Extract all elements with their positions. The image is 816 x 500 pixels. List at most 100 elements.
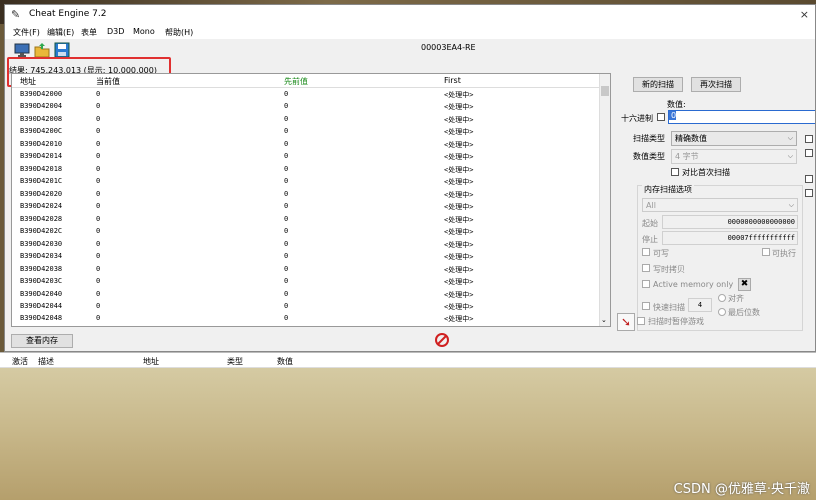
compare-first-checkbox[interactable] (671, 168, 679, 176)
active-memory-label: Active memory only (653, 280, 734, 289)
active-memory-checkbox[interactable] (642, 280, 650, 288)
scan-type-select[interactable]: 精确数值 ⌵ (671, 131, 797, 146)
scroll-down-icon[interactable]: ⌄ (601, 316, 607, 324)
memory-region-select[interactable]: All ⌵ (642, 198, 798, 212)
start-label: 起始 (642, 219, 658, 228)
cell-address: B390D42044 (20, 301, 63, 310)
menu-table[interactable]: 表单 (81, 27, 97, 38)
menu-edit[interactable]: 编辑(E) (47, 27, 74, 38)
stop-address-field[interactable]: 00007fffffffffff (662, 231, 798, 245)
cell-address: B390D4201C (20, 177, 63, 186)
column-description[interactable]: 描述 (38, 356, 54, 367)
table-row[interactable]: B390D4202C 0 0 <处理中> (12, 225, 600, 237)
table-row[interactable]: B390D42038 0 0 <处理中> (12, 263, 600, 275)
table-row[interactable]: B390D4203C 0 0 <处理中> (12, 275, 600, 287)
column-address[interactable]: 地址 (20, 76, 36, 87)
table-row[interactable]: B390D42004 0 0 <处理中> (12, 100, 600, 112)
right-option-checkbox-1[interactable] (805, 135, 813, 143)
column-type[interactable]: 类型 (227, 356, 243, 367)
cell-first: <处理中> (444, 240, 474, 249)
column-first[interactable]: First (444, 76, 461, 85)
cell-current: 0 (96, 152, 101, 161)
cell-address: B390D42028 (20, 214, 63, 223)
right-option-checkbox-4[interactable] (805, 189, 813, 197)
cell-current: 0 (96, 227, 101, 236)
table-row[interactable]: B390D42014 0 0 <处理中> (12, 150, 600, 162)
watermark-text: CSDN @优雅草·央千澈 (673, 482, 810, 497)
menu-mono[interactable]: Mono (133, 27, 155, 36)
column-value[interactable]: 数值 (277, 356, 293, 367)
cell-first: <处理中> (444, 265, 474, 274)
table-row[interactable]: B390D42034 0 0 <处理中> (12, 250, 600, 262)
results-rows: B390D42000 0 0 <处理中> B390D42004 0 0 <处理中> B390D4… (12, 88, 600, 325)
cell-current: 0 (96, 164, 101, 173)
table-row[interactable]: B390D42048 0 0 <处理中> (12, 312, 600, 324)
fast-scan-checkbox[interactable] (642, 302, 650, 310)
table-row[interactable]: B390D42030 0 0 <处理中> (12, 238, 600, 250)
cell-previous: 0 (284, 139, 289, 148)
value-type-select[interactable]: 4 字节 ⌵ (671, 149, 797, 164)
column-current-value[interactable]: 当前值 (96, 76, 120, 87)
cell-address: B390D42024 (20, 202, 63, 211)
table-row[interactable]: B390D42028 0 0 <处理中> (12, 213, 600, 225)
table-row[interactable]: B390D42008 0 0 <处理中> (12, 113, 600, 125)
executable-checkbox[interactable] (762, 248, 770, 256)
menu-bar: 文件(F) 编辑(E) 表单 D3D Mono 帮助(H) (5, 25, 815, 39)
scan-results-list[interactable]: 地址 当前值 先前值 First B390D42000 0 0 <处理中> B390D4… (11, 73, 611, 327)
table-row[interactable]: B390D42000 0 0 <处理中> (12, 88, 600, 100)
value-input[interactable]: 0 (668, 110, 815, 124)
copy-on-write-checkbox[interactable] (642, 264, 650, 272)
cell-first: <处理中> (444, 203, 474, 212)
next-scan-button[interactable]: 再次扫描 (691, 77, 741, 92)
table-row[interactable]: B390D4201C 0 0 <处理中> (12, 175, 600, 187)
right-option-checkbox-2[interactable] (805, 149, 813, 157)
table-row[interactable]: B390D42018 0 0 <处理中> (12, 163, 600, 175)
cell-current: 0 (96, 127, 101, 136)
menu-file[interactable]: 文件(F) (13, 27, 40, 38)
close-icon[interactable]: ✖ (738, 278, 751, 291)
cell-address: B390D42048 (20, 314, 63, 323)
cell-current: 0 (96, 114, 101, 123)
scan-type-label: 扫描类型 (633, 134, 665, 143)
table-row[interactable]: B390D42010 0 0 <处理中> (12, 138, 600, 150)
scrollbar-thumb[interactable] (601, 86, 609, 96)
align-radio[interactable] (718, 294, 726, 302)
column-previous-value[interactable]: 先前值 (284, 76, 308, 87)
pause-game-checkbox[interactable] (637, 317, 645, 325)
cell-current: 0 (96, 214, 101, 223)
fast-scan-value[interactable]: 4 (688, 298, 712, 312)
menu-help[interactable]: 帮助(H) (165, 27, 193, 38)
cell-address: B390D42034 (20, 252, 63, 261)
stop-icon[interactable] (435, 333, 449, 347)
table-row[interactable]: B390D42024 0 0 <处理中> (12, 200, 600, 212)
cell-previous: 0 (284, 164, 289, 173)
right-option-checkbox-3[interactable] (805, 175, 813, 183)
view-memory-button[interactable]: 查看内存 (11, 334, 73, 348)
cell-address: B390D4200C (20, 127, 63, 136)
hex-checkbox[interactable] (657, 113, 665, 121)
new-scan-button[interactable]: 新的扫描 (633, 77, 683, 92)
fast-scan-label: 快速扫描 (653, 303, 685, 312)
cell-address: B390D42040 (20, 289, 63, 298)
cell-previous: 0 (284, 252, 289, 261)
menu-d3d[interactable]: D3D (107, 27, 124, 36)
results-scrollbar[interactable]: ⌄ (599, 74, 610, 326)
cell-first: <处理中> (444, 253, 474, 262)
cell-previous: 0 (284, 127, 289, 136)
table-row[interactable]: B390D42040 0 0 <处理中> (12, 288, 600, 300)
cell-current: 0 (96, 102, 101, 111)
writable-checkbox[interactable] (642, 248, 650, 256)
cell-address: B390D42014 (20, 152, 63, 161)
table-row[interactable]: B390D42020 0 0 <处理中> (12, 188, 600, 200)
cell-previous: 0 (284, 114, 289, 123)
start-address-field[interactable]: 0000000000000000 (662, 215, 798, 229)
last-digits-radio[interactable] (718, 308, 726, 316)
cell-current: 0 (96, 90, 101, 98)
column-list-address[interactable]: 地址 (143, 356, 159, 367)
cell-first: <处理中> (444, 190, 474, 199)
table-row[interactable]: B390D4200C 0 0 <处理中> (12, 125, 600, 137)
column-active[interactable]: 激活 (12, 356, 28, 367)
cell-current: 0 (96, 252, 101, 261)
table-row[interactable]: B390D42044 0 0 <处理中> (12, 300, 600, 312)
close-icon[interactable]: × (800, 8, 809, 21)
